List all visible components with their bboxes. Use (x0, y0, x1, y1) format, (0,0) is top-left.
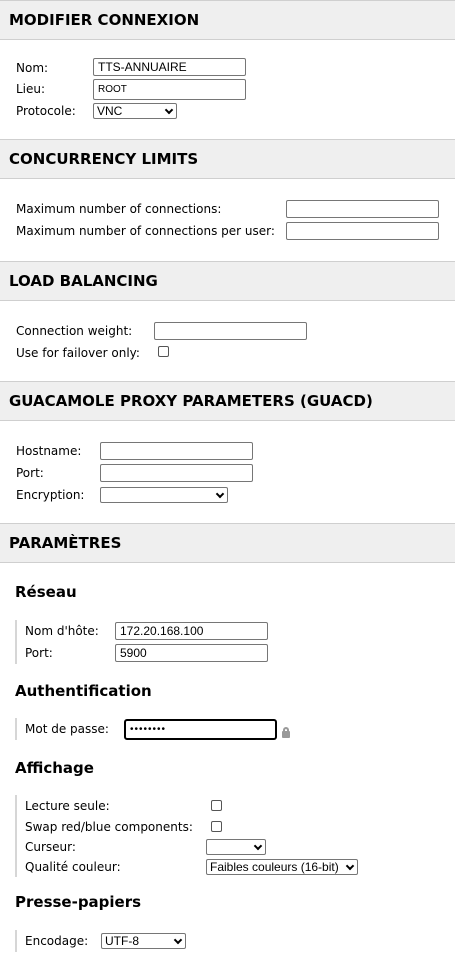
network-hostname-input[interactable]: 172.20.168.100 (115, 622, 268, 640)
encryption-select[interactable] (100, 487, 228, 503)
chevron-down-icon (345, 861, 355, 871)
display-heading: Affichage (15, 759, 94, 777)
section-header-guacd: GUACAMOLE PROXY PARAMETERS (GUACD) (0, 381, 455, 421)
auth-group-bar (15, 718, 17, 740)
protocol-label: Protocole: (16, 104, 76, 118)
network-hostname-label: Nom d'hôte: (25, 624, 99, 638)
guacd-hostname-input[interactable] (100, 442, 253, 460)
readonly-label: Lecture seule: (25, 799, 110, 813)
name-label: Nom: (16, 61, 49, 75)
chevron-down-icon (164, 105, 174, 115)
section-title: MODIFIER CONNEXION (9, 11, 200, 29)
connection-name-input[interactable]: TTS-ANNUAIRE (93, 58, 246, 76)
location-field[interactable]: ROOT (93, 79, 246, 100)
network-port-input[interactable]: 5900 (115, 644, 268, 662)
section-title: LOAD BALANCING (9, 272, 158, 290)
connection-weight-label: Connection weight: (16, 324, 133, 338)
guacd-port-input[interactable] (100, 464, 253, 482)
network-heading: Réseau (15, 583, 77, 601)
color-depth-label: Qualité couleur: (25, 860, 121, 874)
failover-label: Use for failover only: (16, 346, 140, 360)
clipboard-group-bar (15, 930, 17, 952)
chevron-down-icon (215, 489, 225, 499)
network-group-bar (15, 620, 17, 664)
failover-checkbox[interactable] (158, 346, 169, 357)
section-title: CONCURRENCY LIMITS (9, 150, 199, 168)
swap-rb-label: Swap red/blue components: (25, 820, 193, 834)
max-connections-label: Maximum number of connections: (16, 202, 222, 216)
cursor-label: Curseur: (25, 840, 76, 854)
auth-heading: Authentification (15, 682, 152, 700)
section-header-load-balancing: LOAD BALANCING (0, 261, 455, 301)
section-header-concurrency: CONCURRENCY LIMITS (0, 139, 455, 179)
encoding-value: UTF-8 (105, 934, 139, 948)
encoding-select[interactable]: UTF-8 (101, 933, 186, 949)
readonly-checkbox[interactable] (211, 800, 222, 811)
max-connections-input[interactable] (286, 200, 439, 218)
guacd-port-label: Port: (16, 466, 44, 480)
password-input[interactable]: •••••••• (124, 719, 277, 740)
section-header-edit-connection: MODIFIER CONNEXION (0, 0, 455, 40)
section-title: GUACAMOLE PROXY PARAMETERS (GUACD) (9, 392, 373, 410)
max-per-user-input[interactable] (286, 222, 439, 240)
max-per-user-label: Maximum number of connections per user: (16, 224, 275, 238)
swap-rb-checkbox[interactable] (211, 821, 222, 832)
color-depth-value: Faibles couleurs (16-bit) (210, 860, 339, 874)
network-port-label: Port: (25, 646, 53, 660)
protocol-value: VNC (97, 104, 123, 118)
protocol-select[interactable]: VNC (93, 103, 177, 119)
chevron-down-icon (253, 841, 263, 851)
guacd-hostname-label: Hostname: (16, 444, 82, 458)
connection-weight-input[interactable] (154, 322, 307, 340)
color-depth-select[interactable]: Faibles couleurs (16-bit) (206, 859, 358, 875)
cursor-select[interactable] (206, 839, 266, 855)
password-label: Mot de passe: (25, 722, 109, 736)
location-label: Lieu: (16, 82, 46, 96)
section-title: PARAMÈTRES (9, 534, 122, 552)
encoding-label: Encodage: (25, 934, 89, 948)
section-header-parameters: PARAMÈTRES (0, 523, 455, 563)
lock-icon[interactable] (282, 727, 290, 738)
clipboard-heading: Presse-papiers (15, 893, 142, 911)
encryption-label: Encryption: (16, 488, 85, 502)
display-group-bar (15, 795, 17, 877)
chevron-down-icon (173, 935, 183, 945)
